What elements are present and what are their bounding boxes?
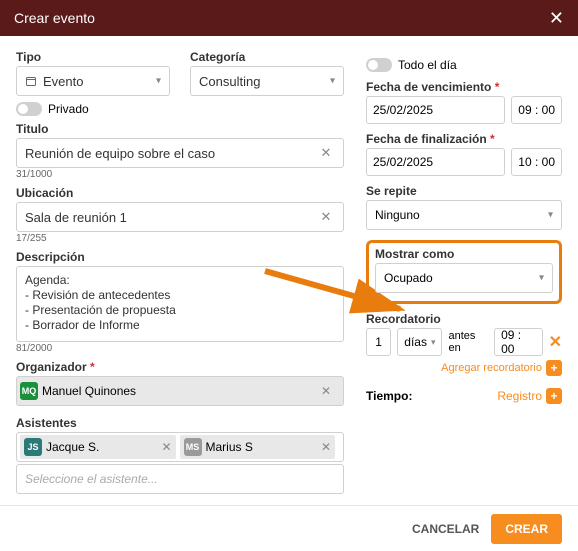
clear-icon[interactable]: ✕ bbox=[317, 208, 335, 226]
repeat-value: Ninguno bbox=[375, 208, 420, 222]
organizer-label: Organizador * bbox=[16, 360, 344, 374]
description-input[interactable]: Agenda: - Revisión de antecedentes - Pre… bbox=[16, 266, 344, 342]
show-as-value: Ocupado bbox=[384, 271, 433, 285]
calendar-icon bbox=[25, 75, 37, 87]
end-date-input[interactable]: 25/02/2025 bbox=[366, 148, 505, 176]
attendee-name: Jacque S. bbox=[46, 440, 99, 454]
add-reminder-button[interactable]: Agregar recordatorio + bbox=[366, 360, 562, 376]
create-button[interactable]: CREAR bbox=[491, 514, 562, 544]
repeat-select[interactable]: Ninguno ▾ bbox=[366, 200, 562, 230]
reminder-label: Recordatorio bbox=[366, 312, 562, 326]
cancel-button[interactable]: CANCELAR bbox=[412, 522, 479, 536]
end-time-input[interactable]: 10 : 00 bbox=[511, 148, 562, 176]
due-date-input[interactable]: 25/02/2025 bbox=[366, 96, 505, 124]
left-column: Tipo Evento ▾ Categoría Consulting ▾ Pri… bbox=[0, 36, 360, 505]
right-column: Todo el día Fecha de vencimiento * 25/02… bbox=[360, 36, 578, 505]
type-label: Tipo bbox=[16, 50, 170, 64]
allday-toggle[interactable]: Todo el día bbox=[366, 58, 562, 72]
chevron-down-icon: ▾ bbox=[539, 273, 544, 284]
delete-reminder-icon[interactable]: ✕ bbox=[549, 332, 562, 352]
attendee-name: Marius S bbox=[206, 440, 253, 454]
reminder-before-label: antes en bbox=[448, 330, 488, 354]
due-time-input[interactable]: 09 : 00 bbox=[511, 96, 562, 124]
organizer-name: Manuel Quinones bbox=[42, 384, 136, 398]
organizer-field[interactable]: MQ Manuel Quinones ✕ bbox=[16, 376, 344, 406]
attendee-chip[interactable]: JS Jacque S. ✕ bbox=[20, 435, 176, 459]
category-select[interactable]: Consulting ▾ bbox=[190, 66, 344, 96]
location-counter: 17/255 bbox=[16, 233, 344, 244]
end-date-label: Fecha de finalización * bbox=[366, 132, 562, 146]
chevron-down-icon: ▾ bbox=[548, 210, 553, 221]
type-value: Evento bbox=[43, 74, 83, 89]
title-value: Reunión de equipo sobre el caso bbox=[25, 146, 215, 161]
description-label: Descripción bbox=[16, 250, 344, 264]
avatar: MQ bbox=[20, 382, 38, 400]
time-label: Tiempo: bbox=[366, 389, 412, 403]
register-button[interactable]: Registro + bbox=[497, 388, 562, 404]
category-value: Consulting bbox=[199, 74, 260, 89]
reminder-unit-select[interactable]: días▾ bbox=[397, 328, 442, 356]
title-label: Titulo bbox=[16, 122, 344, 136]
private-toggle[interactable]: Privado bbox=[16, 102, 344, 116]
show-as-label: Mostrar como bbox=[375, 247, 553, 261]
due-date-label: Fecha de vencimiento * bbox=[366, 80, 562, 94]
reminder-qty-input[interactable]: 1 bbox=[366, 328, 391, 356]
location-value: Sala de reunión 1 bbox=[25, 210, 127, 225]
category-label: Categoría bbox=[190, 50, 344, 64]
allday-label: Todo el día bbox=[398, 58, 457, 72]
type-select[interactable]: Evento ▾ bbox=[16, 66, 170, 96]
chevron-down-icon: ▾ bbox=[330, 76, 335, 87]
dialog-title: Crear evento bbox=[14, 10, 95, 26]
chevron-down-icon: ▾ bbox=[156, 76, 161, 87]
clear-icon[interactable]: ✕ bbox=[317, 144, 335, 162]
dialog-header: Crear evento ✕ bbox=[0, 0, 578, 36]
title-counter: 31/1000 bbox=[16, 169, 344, 180]
description-counter: 81/2000 bbox=[16, 343, 344, 354]
attendee-chip[interactable]: MS Marius S ✕ bbox=[180, 435, 336, 459]
description-value: Agenda: - Revisión de antecedentes - Pre… bbox=[25, 273, 176, 333]
attendees-label: Asistentes bbox=[16, 416, 344, 430]
plus-icon: + bbox=[546, 360, 562, 376]
repeat-label: Se repite bbox=[366, 184, 562, 198]
avatar: MS bbox=[184, 438, 202, 456]
location-input[interactable]: Sala de reunión 1 ✕ bbox=[16, 202, 344, 232]
remove-icon[interactable]: ✕ bbox=[321, 440, 331, 454]
avatar: JS bbox=[24, 438, 42, 456]
remove-icon[interactable]: ✕ bbox=[161, 440, 171, 454]
show-as-highlight: Mostrar como Ocupado ▾ bbox=[366, 240, 562, 304]
clear-icon[interactable]: ✕ bbox=[317, 382, 335, 400]
dialog-footer: CANCELAR CREAR bbox=[0, 505, 578, 551]
location-label: Ubicación bbox=[16, 186, 344, 200]
show-as-select[interactable]: Ocupado ▾ bbox=[375, 263, 553, 293]
private-label: Privado bbox=[48, 102, 89, 116]
attendee-search-input[interactable]: Seleccione el asistente... bbox=[16, 464, 344, 494]
attendees-field[interactable]: JS Jacque S. ✕ MS Marius S ✕ bbox=[16, 432, 344, 462]
plus-icon: + bbox=[546, 388, 562, 404]
title-input[interactable]: Reunión de equipo sobre el caso ✕ bbox=[16, 138, 344, 168]
close-icon[interactable]: ✕ bbox=[549, 8, 564, 29]
reminder-time-input[interactable]: 09 : 00 bbox=[494, 328, 542, 356]
